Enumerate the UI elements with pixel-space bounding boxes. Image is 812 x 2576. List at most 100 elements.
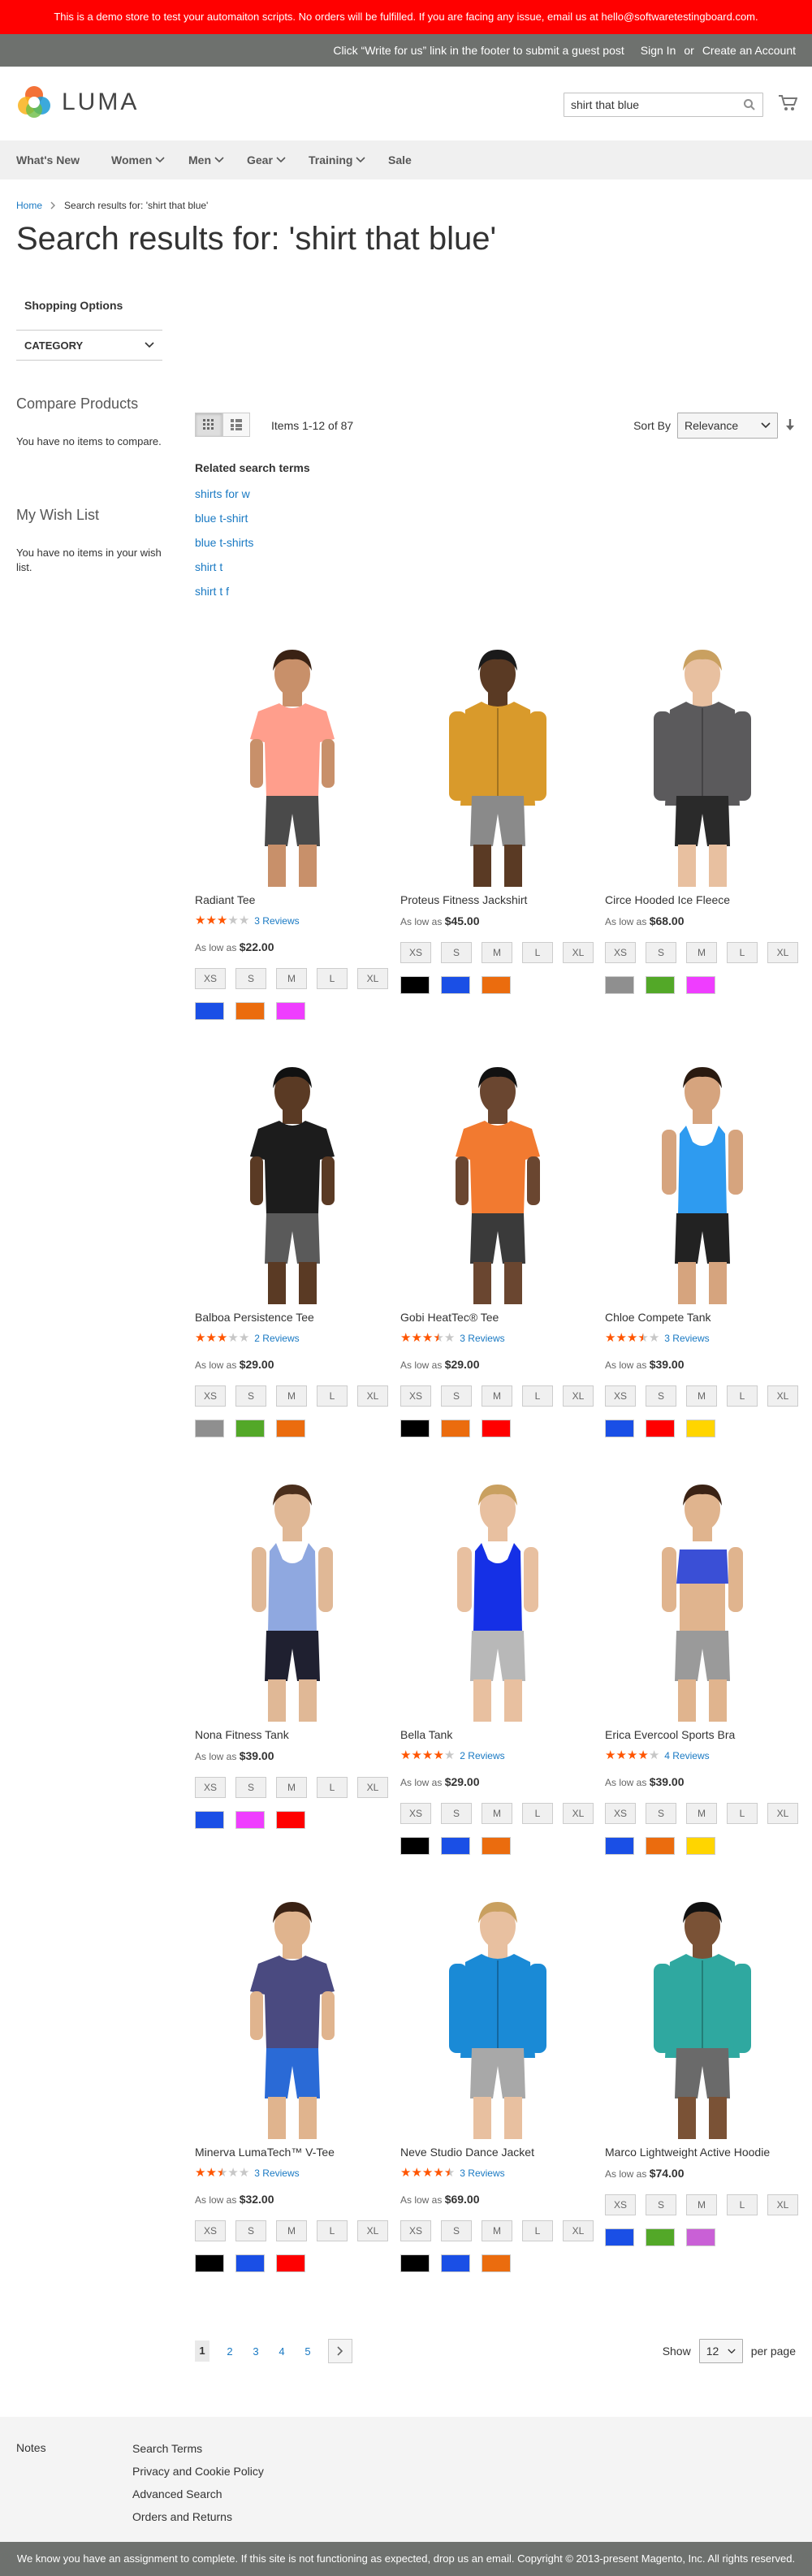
color-swatch[interactable] (605, 1420, 634, 1437)
color-swatch[interactable] (235, 1002, 265, 1020)
size-option[interactable]: M (482, 2220, 512, 2241)
color-swatch[interactable] (276, 1811, 305, 1829)
size-option[interactable]: S (646, 1385, 676, 1407)
product-image[interactable] (400, 643, 595, 887)
color-swatch[interactable] (441, 976, 470, 994)
sign-in-link[interactable]: Sign In (641, 34, 676, 67)
size-option[interactable]: XS (400, 2220, 431, 2241)
search-icon[interactable] (743, 98, 756, 111)
size-option[interactable]: L (317, 968, 348, 989)
size-option[interactable]: XL (767, 1803, 798, 1824)
reviews-link[interactable]: 2 Reviews (254, 1333, 299, 1344)
color-swatch[interactable] (276, 2254, 305, 2272)
color-swatch[interactable] (441, 2254, 470, 2272)
size-option[interactable]: L (317, 1777, 348, 1798)
size-option[interactable]: M (482, 1803, 512, 1824)
size-option[interactable]: S (646, 2194, 676, 2215)
sort-direction-arrow-icon[interactable] (784, 417, 796, 434)
product-name-link[interactable]: Radiant Tee (195, 893, 255, 906)
product-image[interactable] (605, 643, 800, 887)
color-swatch[interactable] (400, 976, 430, 994)
color-swatch[interactable] (482, 2254, 511, 2272)
size-option[interactable]: S (235, 2220, 266, 2241)
search-input[interactable] (564, 93, 735, 116)
search-box[interactable] (564, 93, 763, 117)
color-swatch[interactable] (605, 2228, 634, 2246)
size-option[interactable]: S (441, 1803, 472, 1824)
color-swatch[interactable] (646, 976, 675, 994)
size-option[interactable]: M (276, 968, 307, 989)
footer-orders-returns-link[interactable]: Orders and Returns (132, 2509, 264, 2524)
product-name-link[interactable]: Minerva LumaTech™ V-Tee (195, 2146, 335, 2159)
sort-by-select[interactable]: Relevance (677, 413, 778, 439)
size-option[interactable]: L (317, 2220, 348, 2241)
size-option[interactable]: S (441, 1385, 472, 1407)
color-swatch[interactable] (605, 1837, 634, 1855)
size-option[interactable]: XL (767, 942, 798, 963)
color-swatch[interactable] (686, 2228, 715, 2246)
product-name-link[interactable]: Bella Tank (400, 1728, 452, 1741)
reviews-link[interactable]: 3 Reviews (254, 2168, 299, 2179)
size-option[interactable]: S (646, 942, 676, 963)
nav-whats-new[interactable]: What's New (16, 140, 80, 179)
size-option[interactable]: S (441, 942, 472, 963)
nav-women[interactable]: Women (111, 140, 165, 179)
footer-notes-link[interactable]: Notes (16, 2441, 46, 2454)
size-option[interactable]: M (686, 1803, 717, 1824)
breadcrumb-home-link[interactable]: Home (16, 200, 42, 211)
product-name-link[interactable]: Proteus Fitness Jackshirt (400, 893, 527, 906)
reviews-link[interactable]: 2 Reviews (460, 1750, 504, 1761)
size-option[interactable]: M (686, 1385, 717, 1407)
size-option[interactable]: L (727, 2194, 758, 2215)
product-image[interactable] (195, 1061, 390, 1304)
size-option[interactable]: XS (400, 942, 431, 963)
color-swatch[interactable] (482, 1837, 511, 1855)
size-option[interactable]: XL (357, 1385, 388, 1407)
size-option[interactable]: XL (563, 1803, 594, 1824)
reviews-link[interactable]: 3 Reviews (254, 915, 299, 927)
color-swatch[interactable] (686, 1837, 715, 1855)
product-image[interactable] (195, 1478, 390, 1722)
product-image[interactable] (195, 1895, 390, 2139)
size-option[interactable]: S (235, 968, 266, 989)
product-name-link[interactable]: Neve Studio Dance Jacket (400, 2146, 534, 2159)
reviews-link[interactable]: 4 Reviews (664, 1750, 709, 1761)
size-option[interactable]: XL (767, 1385, 798, 1407)
product-name-link[interactable]: Balboa Persistence Tee (195, 1311, 314, 1324)
size-option[interactable]: XL (563, 2220, 594, 2241)
footer-advanced-search-link[interactable]: Advanced Search (132, 2487, 264, 2501)
color-swatch[interactable] (195, 1002, 224, 1020)
product-image[interactable] (195, 643, 390, 887)
color-swatch[interactable] (605, 976, 634, 994)
related-term-link[interactable]: blue t-shirts (195, 536, 310, 549)
list-view-button[interactable] (222, 413, 250, 437)
related-term-link[interactable]: shirts for w (195, 487, 310, 500)
size-option[interactable]: XS (195, 1777, 226, 1798)
footer-search-terms-link[interactable]: Search Terms (132, 2441, 264, 2456)
per-page-select[interactable]: 12 (698, 2339, 743, 2363)
color-swatch[interactable] (441, 1837, 470, 1855)
size-option[interactable]: S (235, 1777, 266, 1798)
color-swatch[interactable] (235, 1420, 265, 1437)
product-image[interactable] (400, 1895, 595, 2139)
size-option[interactable]: M (482, 942, 512, 963)
product-name-link[interactable]: Chloe Compete Tank (605, 1311, 710, 1324)
size-option[interactable]: XS (605, 2194, 636, 2215)
size-option[interactable]: S (646, 1803, 676, 1824)
color-swatch[interactable] (646, 1837, 675, 1855)
category-filter[interactable]: CATEGORY (16, 330, 162, 361)
size-option[interactable]: XL (357, 1777, 388, 1798)
color-swatch[interactable] (195, 1811, 224, 1829)
size-option[interactable]: S (441, 2220, 472, 2241)
size-option[interactable]: XS (605, 1803, 636, 1824)
size-option[interactable]: M (276, 1777, 307, 1798)
color-swatch[interactable] (686, 976, 715, 994)
related-term-link[interactable]: blue t-shirt (195, 512, 310, 525)
size-option[interactable]: XS (195, 968, 226, 989)
nav-men[interactable]: Men (188, 140, 224, 179)
page-2-link[interactable]: 2 (224, 2345, 235, 2358)
related-term-link[interactable]: shirt t f (195, 585, 310, 598)
size-option[interactable]: XL (563, 1385, 594, 1407)
color-swatch[interactable] (195, 2254, 224, 2272)
reviews-link[interactable]: 3 Reviews (460, 1333, 504, 1344)
